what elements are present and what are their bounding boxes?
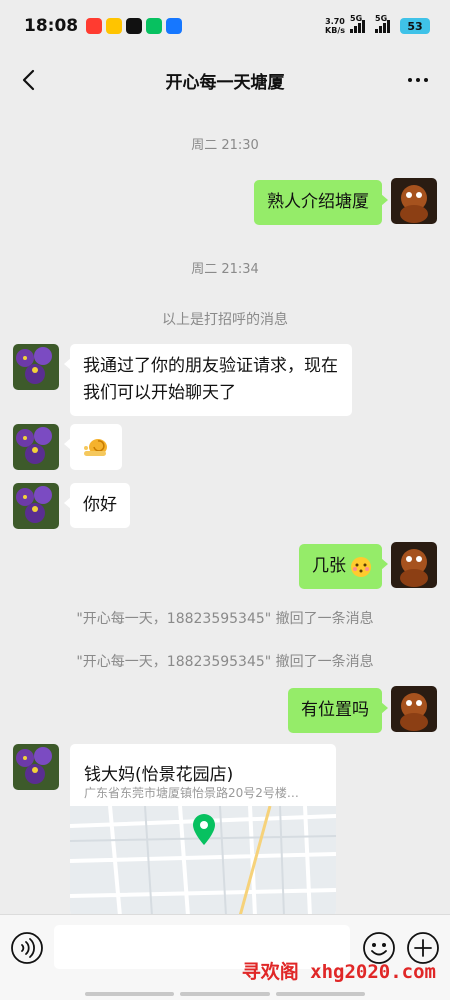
input-bar: 寻欢阁 xhg2020.com xyxy=(0,914,450,1000)
battery-indicator: 53 xyxy=(400,18,430,34)
net-speed: 3.70 KB/s xyxy=(325,17,345,35)
message-bubble-received[interactable]: 我通过了你的朋友验证请求，现在我们可以开始聊天了 xyxy=(64,344,352,416)
contact-avatar[interactable] xyxy=(13,483,59,529)
message-bubble-sent[interactable]: 几张 xyxy=(299,544,388,589)
recall-notice: "开心每一天，18823595345" 撤回了一条消息 xyxy=(76,654,374,670)
message-bubble-sent[interactable]: 有位置吗 xyxy=(288,688,388,733)
location-card[interactable]: 钱大妈(怡景花园店) 广东省东莞市塘厦镇怡景路20号2号楼… xyxy=(70,744,336,916)
signal-icon: 5G xyxy=(350,14,370,33)
message-bubble-sent[interactable]: 熟人介绍塘厦 xyxy=(254,180,388,225)
blush-emoji-icon xyxy=(351,557,371,577)
timestamp: 周二 21:34 xyxy=(191,262,259,277)
app-notification-icon xyxy=(86,18,103,34)
system-nav-bar xyxy=(85,992,365,996)
chat-header: 开心每一天塘厦 xyxy=(0,52,450,108)
signal-icon: 5G xyxy=(375,14,395,33)
wechat-icon xyxy=(146,18,163,34)
voice-icon[interactable] xyxy=(10,931,44,965)
status-time: 18:08 xyxy=(24,16,79,36)
contact-avatar[interactable] xyxy=(13,344,59,390)
notification-icons xyxy=(86,18,183,34)
my-avatar[interactable] xyxy=(391,686,437,732)
chat-title: 开心每一天塘厦 xyxy=(165,72,285,93)
alipay-icon xyxy=(166,18,183,34)
system-message: 以上是打招呼的消息 xyxy=(162,312,288,328)
location-address: 广东省东莞市塘厦镇怡景路20号2号楼… xyxy=(84,786,299,800)
my-avatar[interactable] xyxy=(391,542,437,588)
timestamp: 周二 21:30 xyxy=(191,138,259,153)
app-notification-icon xyxy=(106,18,123,34)
snail-emoji-icon xyxy=(84,439,107,456)
watermark: 寻欢阁 xhg2020.com xyxy=(241,961,436,983)
more-icon[interactable] xyxy=(406,68,430,92)
message-bubble-received[interactable]: 你好 xyxy=(64,483,130,528)
status-bar: 18:08 3.70 KB/s 5G 5G 53 xyxy=(0,0,450,52)
location-name: 钱大妈(怡景花园店) xyxy=(84,765,234,785)
recall-notice: "开心每一天，18823595345" 撤回了一条消息 xyxy=(76,611,374,627)
location-map xyxy=(70,806,336,916)
my-avatar[interactable] xyxy=(391,178,437,224)
contact-avatar[interactable] xyxy=(13,424,59,470)
message-bubble-received[interactable] xyxy=(64,424,122,470)
back-arrow-icon[interactable] xyxy=(18,68,42,92)
app-notification-icon xyxy=(126,18,143,34)
contact-avatar[interactable] xyxy=(13,744,59,790)
